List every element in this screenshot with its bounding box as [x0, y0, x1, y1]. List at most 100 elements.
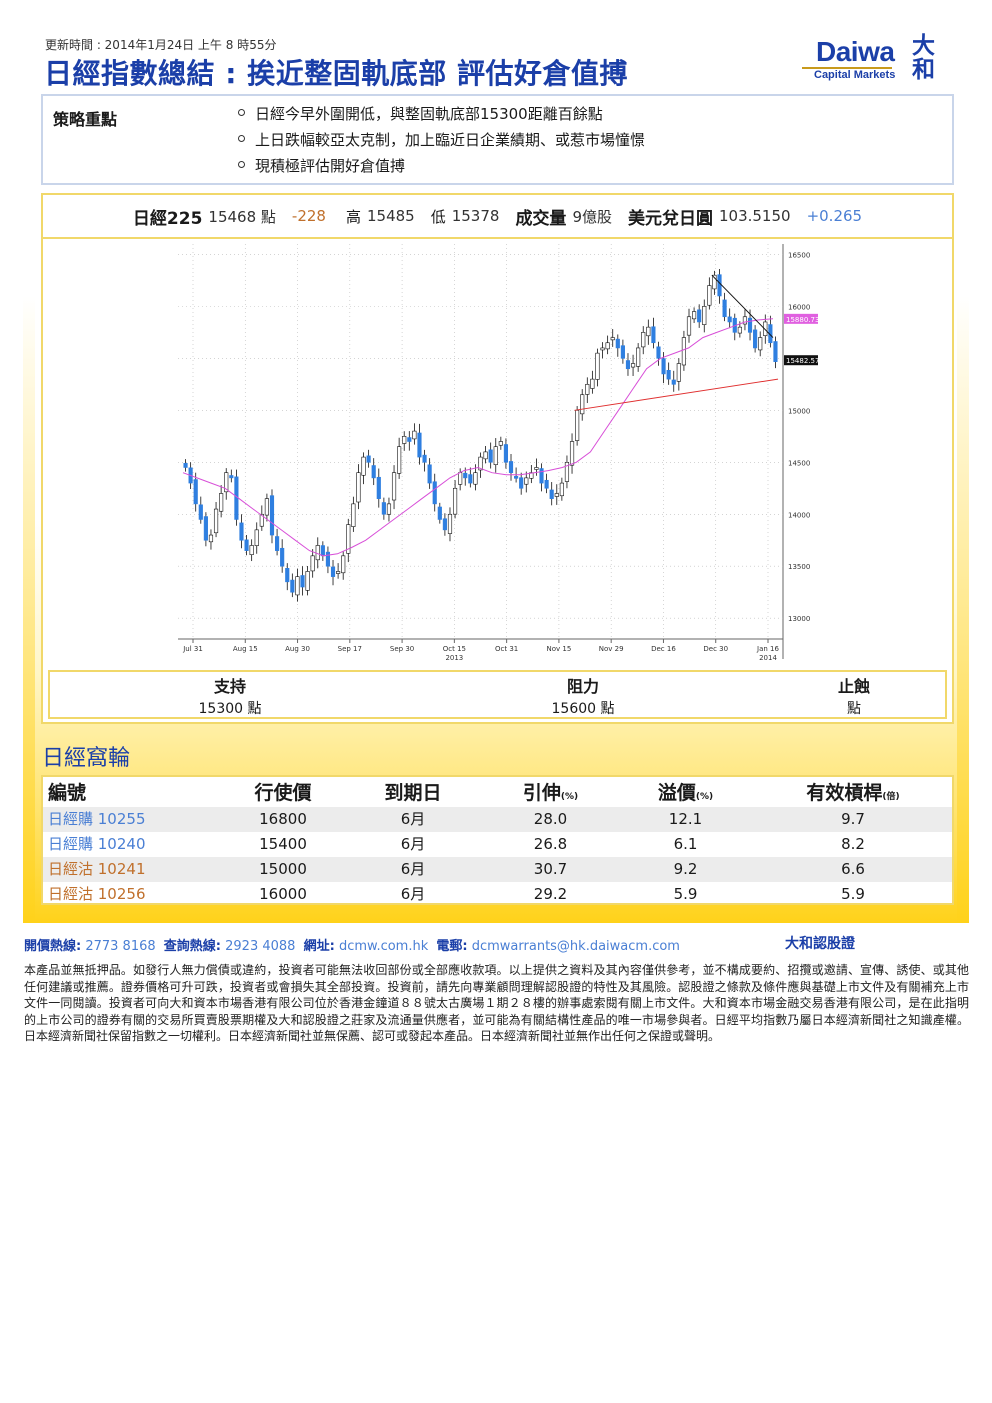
- website-link[interactable]: dcmw.com.hk: [339, 939, 428, 954]
- hotline-value[interactable]: 2773 8168: [85, 939, 155, 954]
- candle-body: [569, 441, 575, 466]
- candle-body: [254, 529, 259, 546]
- volume-label: 成交量: [515, 208, 567, 229]
- table-row[interactable]: 日經沽 10241 15000 6月 30.7 9.2 6.6: [43, 857, 952, 882]
- levels-box: 支持 15300 點 阻力 15600 點 止蝕 點: [48, 670, 947, 719]
- candle-body: [600, 347, 605, 351]
- candle-body: [651, 326, 656, 344]
- warrant-code: 日經沽 10256: [48, 885, 146, 903]
- x-tick-label: Sep 17: [338, 645, 362, 653]
- candle-body: [498, 441, 503, 446]
- x-tick-label: Oct 31: [495, 645, 518, 653]
- support-label: 支持: [213, 677, 246, 696]
- bullet-icon: [238, 135, 245, 142]
- bullet-icon: [238, 161, 245, 168]
- x-tick-label: Dec 16: [651, 645, 676, 653]
- resistance-label: 阻力: [566, 677, 599, 696]
- candle-body: [737, 326, 742, 334]
- warrant-effective-gearing: 8.2: [841, 835, 865, 853]
- candle-body: [702, 306, 707, 325]
- warrant-premium: 6.1: [673, 835, 698, 853]
- strategy-title: 策略重點: [53, 110, 118, 129]
- warrant-strike: 15000: [259, 860, 307, 878]
- candle-body: [575, 410, 580, 441]
- candle-body: [295, 576, 300, 596]
- high-value: 15485: [366, 207, 415, 225]
- candle-body: [524, 477, 529, 485]
- candle-body: [325, 551, 331, 567]
- table-row[interactable]: 日經購 10240 15400 6月 26.8 6.1 8.2: [43, 832, 952, 857]
- resistance-trendline: [711, 274, 774, 338]
- candle-body: [366, 455, 371, 463]
- warrant-premium: 12.1: [668, 810, 703, 828]
- high-label: 高: [345, 207, 361, 226]
- warrant-premium: 9.2: [673, 860, 698, 878]
- candle-body: [549, 489, 554, 499]
- y-tick-label: 14000: [788, 511, 810, 519]
- candle-body: [422, 454, 427, 463]
- logo-kanji-top: 大: [912, 33, 935, 59]
- email-label: 電郵:: [436, 939, 468, 954]
- candle-body: [203, 516, 208, 541]
- table-row[interactable]: 日經沽 10256 16000 6月 29.2 5.9 5.9: [43, 882, 952, 907]
- candle-body: [585, 384, 590, 395]
- candle-body: [351, 503, 356, 527]
- low-label: 低: [430, 207, 446, 226]
- candle-body: [417, 432, 422, 458]
- warrant-section-title: 日經窩輪: [42, 746, 131, 771]
- warrant-code: 日經購 10240: [48, 835, 146, 853]
- candle-body: [397, 446, 402, 474]
- candle-body: [514, 476, 519, 479]
- brand-name: 大和認股證: [785, 936, 855, 952]
- update-time: 更新時間 : 2014年1月24日 上午 8 時55分: [45, 38, 277, 52]
- candle-body: [315, 545, 320, 561]
- warrant-strike: 16800: [259, 810, 307, 828]
- fx-value: 103.5150: [718, 207, 791, 225]
- candle-body: [432, 481, 437, 505]
- candle-body: [275, 536, 280, 551]
- enquiry-value[interactable]: 2923 4088: [225, 939, 295, 954]
- strategy-point-text: 上日跌幅較亞太克制，加上臨近日企業績期、或惹市場憧憬: [255, 131, 646, 149]
- candle-body: [219, 493, 224, 512]
- warrant-gearing: 30.7: [533, 860, 568, 878]
- y-tick-label: 16000: [788, 303, 810, 311]
- candle-body: [290, 579, 295, 593]
- support-value: 15300 點: [198, 701, 262, 717]
- warrant-expiry: 6月: [400, 835, 426, 853]
- email-link[interactable]: dcmwarrants@hk.daiwacm.com: [472, 939, 680, 954]
- strategy-point: 現積極評估開好倉值搏: [238, 153, 645, 179]
- index-change: -228: [291, 207, 326, 225]
- x-tick-label: Jul 31: [182, 645, 203, 653]
- candle-body: [442, 518, 447, 531]
- table-row[interactable]: 日經購 10255 16800 6月 28.0 12.1 9.7: [43, 807, 952, 832]
- candle-body: [676, 363, 681, 382]
- candle-body: [636, 347, 641, 367]
- candle-body: [519, 477, 524, 489]
- header-expiry: 到期日: [384, 782, 442, 804]
- candle-body: [264, 498, 269, 516]
- stoploss-value: 點: [847, 701, 861, 717]
- quote-bar: 日經225 15468 點 -228 高 15485 低 15378 成交量 9…: [43, 195, 952, 239]
- candle-body: [758, 337, 763, 351]
- candle-body: [630, 363, 636, 368]
- warrant-strike: 16000: [259, 885, 307, 903]
- candle-body: [697, 309, 702, 323]
- candle-body: [544, 479, 549, 489]
- y-tick-label: 13500: [788, 563, 810, 571]
- candle-body: [386, 503, 392, 515]
- strategy-point: 日經今早外圍開低，與整固軌底部15300距離百餘點: [238, 101, 645, 127]
- header-gearing: 引伸(%): [522, 782, 579, 804]
- y-tick-label: 16500: [788, 251, 810, 259]
- candle-body: [666, 369, 671, 380]
- stoploss-label: 止蝕: [837, 677, 870, 696]
- x-tick-label: Nov 29: [599, 645, 624, 653]
- candle-body: [244, 539, 249, 551]
- index-value: 15468 點: [208, 207, 276, 226]
- candle-body: [468, 474, 473, 484]
- candle-body: [727, 316, 732, 323]
- price-chart: 1650016000155001500014500140001350013000…: [173, 239, 853, 664]
- candle-body: [437, 506, 442, 520]
- candle-body: [320, 545, 325, 557]
- candle-body: [280, 547, 285, 567]
- candle-body: [656, 346, 661, 359]
